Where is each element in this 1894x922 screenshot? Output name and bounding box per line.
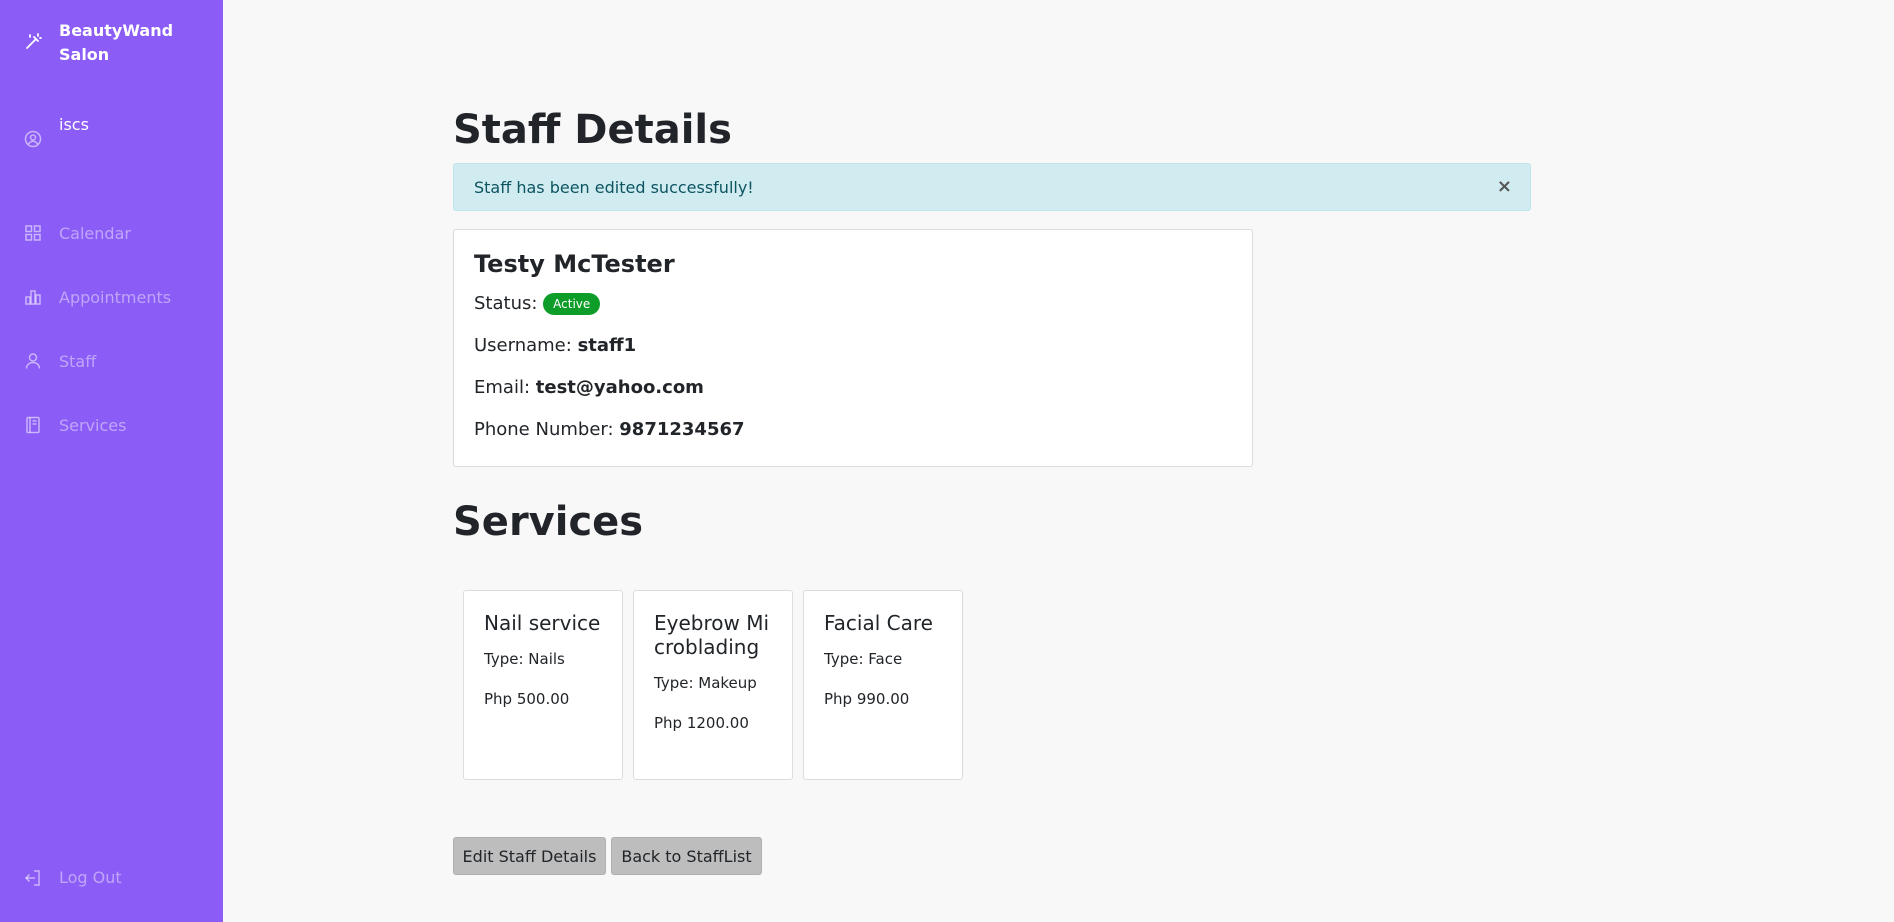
phone-row: Phone Number: 9871234567 [474,416,1232,444]
sidebar: BeautyWand Salon iscs Calendar Appointme… [0,0,223,922]
edit-staff-button[interactable]: Edit Staff Details [453,837,606,875]
service-card[interactable]: Nail service Type: Nails Php 500.00 [463,590,623,780]
username-label: Username: [474,335,572,356]
staff-name: Testy McTester [474,250,675,278]
user-name: iscs [59,115,89,134]
service-name: Eyebrow Microblading [654,611,770,659]
email-value: test@yahoo.com [535,377,704,398]
close-icon[interactable]: × [1497,176,1512,198]
service-card[interactable]: Facial Care Type: Face Php 990.00 [803,590,963,780]
bar-chart-icon [24,288,42,306]
user-icon [24,352,42,370]
user-circle-icon [24,130,42,148]
status-label: Status: [474,293,538,314]
logout-icon [24,869,42,887]
phone-value: 9871234567 [619,419,745,440]
services-title: Services [453,499,644,545]
sidebar-item-services[interactable]: Services [24,393,171,457]
sidebar-item-appointments[interactable]: Appointments [24,265,171,329]
sidebar-item-label: Calendar [59,223,131,243]
service-price: Php 1200.00 [654,714,749,732]
status-badge: Active [543,293,601,315]
email-row: Email: test@yahoo.com [474,374,1232,402]
username-value: staff1 [577,335,637,356]
back-to-stafflist-button[interactable]: Back to StaffList [611,837,762,875]
sidebar-item-label: Services [59,415,127,435]
staff-card: Testy McTester Status: Active Username: … [453,229,1253,467]
phone-label: Phone Number: [474,419,614,440]
sidebar-item-label: Staff [59,351,97,371]
alert-message: Staff has been edited successfully! [474,177,754,197]
sidebar-item-staff[interactable]: Staff [24,329,171,393]
service-name: Facial Care [824,611,933,635]
service-price: Php 990.00 [824,690,910,708]
service-type: Type: Nails [484,650,565,668]
sidebar-item-label: Appointments [59,287,172,307]
username-row: Username: staff1 [474,332,1232,360]
service-type: Type: Makeup [654,674,757,692]
status-row: Status: Active [474,290,1232,318]
book-icon [24,416,42,434]
sidebar-item-calendar[interactable]: Calendar [24,201,171,265]
grid-icon [24,224,42,242]
service-type: Type: Face [824,650,903,668]
page-title: Staff Details [453,107,732,153]
logout-label: Log Out [59,868,122,887]
sidebar-nav: Calendar Appointments Staff Services [24,201,171,457]
email-label: Email: [474,377,531,398]
user-profile[interactable]: iscs [24,115,89,148]
logout-button[interactable]: Log Out [24,868,122,887]
brand[interactable]: BeautyWand Salon [24,19,189,67]
service-card[interactable]: Eyebrow Microblading Type: Makeup Php 12… [633,590,793,780]
brand-name: BeautyWand Salon [59,21,174,64]
success-alert: Staff has been edited successfully! × [453,163,1531,211]
magic-wand-icon [24,33,42,51]
service-name: Nail service [484,611,601,635]
service-price: Php 500.00 [484,690,570,708]
